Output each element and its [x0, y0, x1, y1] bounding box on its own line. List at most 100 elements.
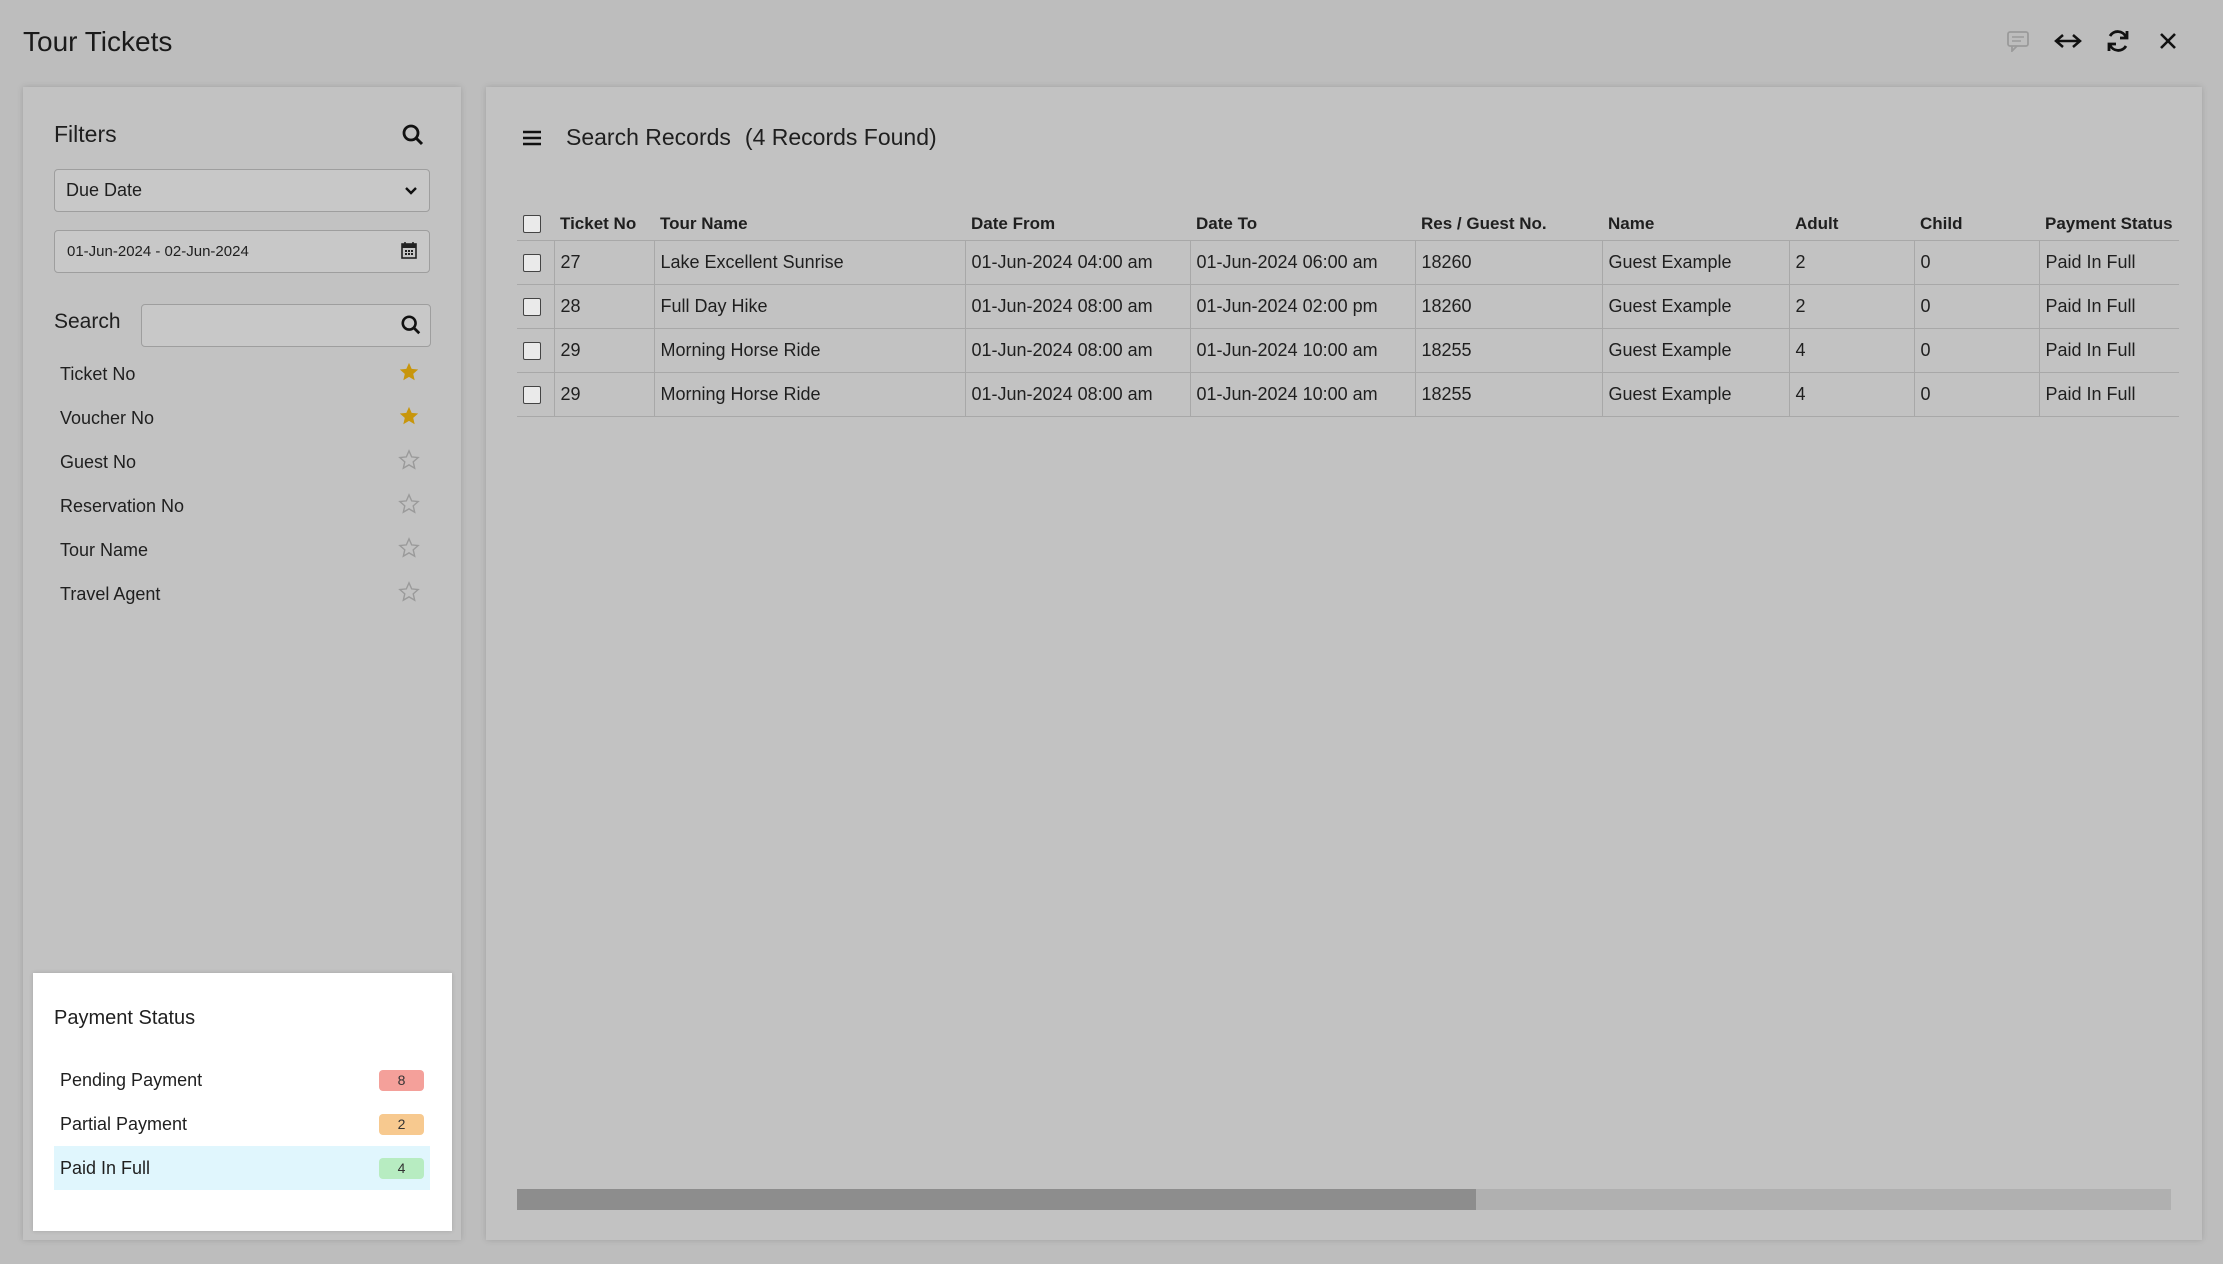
- table-cell: 2: [1788, 284, 1914, 329]
- payment-status-card: Payment Status Pending Payment 8 Partial P…: [33, 973, 452, 1231]
- filter-field-item[interactable]: Voucher No: [54, 396, 430, 440]
- filters-title: Filters: [54, 121, 117, 147]
- records-panel: Search Records (4 Records Found) Ticket N…: [486, 87, 2202, 1240]
- column-header[interactable]: Date From: [965, 202, 1190, 241]
- row-checkbox[interactable]: [523, 341, 541, 360]
- count-badge: 8: [379, 1069, 424, 1091]
- table-cell: 27: [553, 240, 654, 285]
- filter-field-item[interactable]: Travel Agent: [54, 572, 430, 616]
- star-filled-icon[interactable]: [398, 361, 420, 388]
- column-header[interactable]: Ticket No: [554, 202, 654, 241]
- column-header[interactable]: Adult: [1789, 202, 1914, 241]
- star-outline-icon[interactable]: [398, 492, 420, 520]
- select-all-checkbox[interactable]: [523, 215, 541, 234]
- filter-field-label: Tour Name: [60, 539, 149, 560]
- star-outline-icon[interactable]: [398, 536, 420, 564]
- search-icon[interactable]: [400, 314, 422, 341]
- table-cell: Morning Horse Ride: [653, 372, 965, 417]
- table-cell: 4: [1788, 372, 1914, 417]
- filter-field-item[interactable]: Reservation No: [54, 484, 430, 528]
- comment-icon[interactable]: [2003, 26, 2033, 56]
- table-cell: 01-Jun-2024 10:00 am: [1189, 372, 1415, 417]
- table-cell: Guest Example: [1601, 240, 1789, 285]
- column-header[interactable]: Child: [1914, 202, 2039, 241]
- row-select-cell: [517, 240, 554, 285]
- payment-status-item[interactable]: Pending Payment 8: [54, 1058, 430, 1102]
- search-label: Search: [54, 310, 121, 333]
- payment-status-label: Pending Payment: [60, 1069, 203, 1090]
- row-checkbox[interactable]: [523, 253, 541, 272]
- column-header[interactable]: Payment Status: [2039, 202, 2179, 241]
- table-row[interactable]: 28 Full Day Hike 01-Jun-2024 08:00 am 01-Ju…: [517, 284, 2179, 329]
- table-cell: Full Day Hike: [653, 284, 965, 329]
- table-header-row: Ticket No Tour Name Date From Date To Res / …: [517, 202, 2179, 241]
- table-cell: Guest Example: [1601, 372, 1789, 417]
- search-input[interactable]: [142, 305, 430, 346]
- table-cell: 01-Jun-2024 02:00 pm: [1189, 284, 1415, 329]
- table-row[interactable]: 27 Lake Excellent Sunrise 01-Jun-2024 04:0…: [517, 240, 2179, 285]
- table-cell: 01-Jun-2024 08:00 am: [964, 372, 1190, 417]
- date-range-field[interactable]: 01-Jun-2024 - 02-Jun-2024: [54, 230, 430, 273]
- table-cell: Paid In Full: [2038, 328, 2179, 373]
- filter-field-label: Reservation No: [60, 495, 185, 516]
- table-cell: 2: [1788, 240, 1914, 285]
- row-checkbox[interactable]: [523, 385, 541, 404]
- records-count: (4 Records Found): [744, 124, 937, 150]
- count-badge: 4: [379, 1157, 424, 1179]
- table-cell: 29: [553, 372, 654, 417]
- expand-horizontal-icon[interactable]: [2053, 26, 2083, 56]
- star-outline-icon[interactable]: [398, 580, 420, 608]
- calendar-icon[interactable]: [401, 241, 417, 263]
- column-header[interactable]: Date To: [1190, 202, 1415, 241]
- count-badge: 2: [379, 1113, 424, 1135]
- table-cell: 0: [1913, 328, 2039, 373]
- search-icon[interactable]: [401, 123, 427, 149]
- table-cell: 01-Jun-2024 10:00 am: [1189, 328, 1415, 373]
- date-type-select[interactable]: Due Date: [54, 169, 430, 212]
- table-cell: Morning Horse Ride: [653, 328, 965, 373]
- table-cell: 18260: [1414, 284, 1602, 329]
- table-cell: Paid In Full: [2038, 372, 2179, 417]
- refresh-icon[interactable]: [2103, 26, 2133, 56]
- star-outline-icon[interactable]: [398, 448, 420, 476]
- column-header[interactable]: Res / Guest No.: [1415, 202, 1602, 241]
- hamburger-menu-icon[interactable]: [522, 129, 542, 152]
- horizontal-scrollbar[interactable]: [517, 1189, 2171, 1210]
- payment-status-label: Partial Payment: [60, 1113, 188, 1134]
- column-header[interactable]: Tour Name: [654, 202, 965, 241]
- table-cell: Lake Excellent Sunrise: [653, 240, 965, 285]
- scrollbar-thumb[interactable]: [517, 1189, 1477, 1210]
- select-all-cell: [517, 202, 554, 241]
- table-cell: 18255: [1414, 328, 1602, 373]
- search-field-list: Ticket No Voucher No Guest No Reservation N…: [54, 352, 430, 616]
- table-cell: 28: [553, 284, 654, 329]
- filter-field-label: Ticket No: [60, 363, 136, 384]
- table-cell: 18255: [1414, 372, 1602, 417]
- table-cell: 01-Jun-2024 08:00 am: [964, 328, 1190, 373]
- payment-status-item[interactable]: Paid In Full 4: [54, 1146, 430, 1190]
- table-cell: 0: [1913, 284, 2039, 329]
- filter-field-item[interactable]: Guest No: [54, 440, 430, 484]
- star-filled-icon[interactable]: [398, 405, 420, 432]
- row-select-cell: [517, 284, 554, 329]
- row-select-cell: [517, 328, 554, 373]
- date-range-value: 01-Jun-2024 - 02-Jun-2024: [67, 243, 249, 260]
- filter-field-item[interactable]: Ticket No: [54, 352, 430, 396]
- filter-field-item[interactable]: Tour Name: [54, 528, 430, 572]
- table-row[interactable]: 29 Morning Horse Ride 01-Jun-2024 08:00 am…: [517, 328, 2179, 373]
- app-title: Tour Tickets: [23, 26, 173, 57]
- table-cell: 01-Jun-2024 06:00 am: [1189, 240, 1415, 285]
- records-title-text: Search Records: [566, 124, 731, 150]
- records-table: Ticket No Tour Name Date From Date To Res / …: [517, 202, 2179, 417]
- column-header[interactable]: Name: [1602, 202, 1789, 241]
- row-checkbox[interactable]: [523, 297, 541, 316]
- table-cell: 0: [1913, 240, 2039, 285]
- table-cell: Paid In Full: [2038, 284, 2179, 329]
- table-cell: 01-Jun-2024 08:00 am: [964, 284, 1190, 329]
- filter-panel: Filters Due Date 01-Jun-2024 - 02-Jun-20…: [23, 87, 461, 1240]
- table-cell: Guest Example: [1601, 328, 1789, 373]
- close-icon[interactable]: [2153, 26, 2183, 56]
- table-row[interactable]: 29 Morning Horse Ride 01-Jun-2024 08:00 am…: [517, 372, 2179, 417]
- payment-status-item[interactable]: Partial Payment 2: [54, 1102, 430, 1146]
- search-field: [141, 304, 431, 347]
